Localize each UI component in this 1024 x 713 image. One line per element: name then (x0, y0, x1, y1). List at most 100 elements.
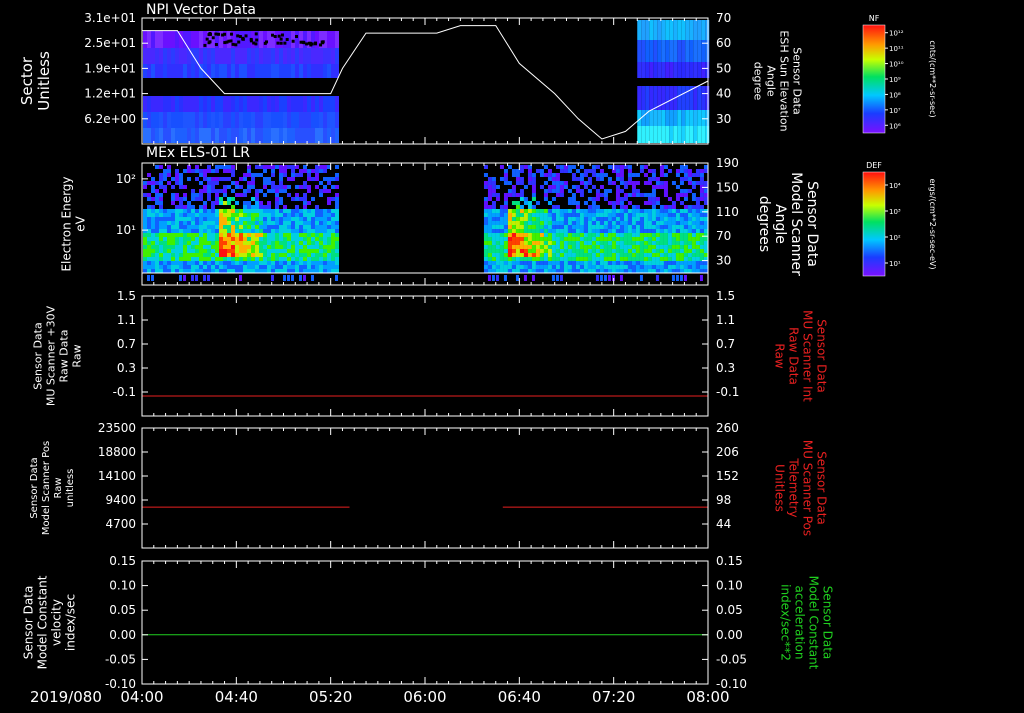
spectrogram-cell (635, 257, 640, 261)
spectrogram-cell (219, 265, 223, 269)
heatmap-cell (263, 48, 267, 64)
spectrogram-cell (195, 165, 199, 169)
spectrogram-cell (663, 269, 668, 273)
heatmap-cell (223, 112, 227, 128)
spectrogram-cell (615, 221, 620, 225)
spectrogram-cell (503, 209, 508, 213)
spectrogram-cell (703, 269, 708, 273)
spectrogram-cell (247, 213, 251, 217)
spectrogram-cell (247, 181, 251, 185)
heatmap-cell (323, 48, 327, 64)
spectrogram-cell (315, 225, 319, 229)
spectrogram-cell (323, 257, 327, 261)
heatmap-cell (155, 64, 159, 78)
spectrogram-cell (263, 185, 267, 189)
spectrogram-cell (195, 169, 199, 173)
spectrogram-cell (603, 249, 608, 253)
spectrogram-cell (551, 209, 556, 213)
spectrogram-cell (563, 237, 568, 241)
spectrogram-cell (211, 201, 215, 205)
spectrogram-cell (295, 197, 299, 201)
spectrogram-cell (703, 237, 708, 241)
spectrogram-cell (679, 257, 684, 261)
spectrogram-cell (239, 245, 243, 249)
spectrogram-cell (691, 217, 696, 221)
spectrogram-cell (315, 173, 319, 177)
spectrogram-cell (271, 241, 275, 245)
spectrogram-cell (491, 193, 496, 197)
heatmap-cell (693, 62, 698, 78)
spectrogram-cell (271, 181, 275, 185)
spectrogram-cell (203, 237, 207, 241)
spectrogram-cell (583, 201, 588, 205)
spectrogram-cell (283, 261, 287, 265)
heatmap-cell (247, 48, 251, 64)
spectrogram-cell (655, 253, 660, 257)
spectrogram-cell (151, 249, 155, 253)
spectrogram-cell (179, 241, 183, 245)
heatmap-cell (267, 96, 271, 112)
spectrogram-cell (195, 229, 199, 233)
spectrogram-cell (191, 249, 195, 253)
spectrogram-cell (335, 213, 339, 217)
spectrogram-cell (323, 241, 327, 245)
spectrogram-cell (207, 253, 211, 257)
spectrogram-cell (307, 265, 311, 269)
spectrogram-cell (531, 237, 536, 241)
heatmap-cell (327, 96, 331, 112)
heatmap-cell (147, 31, 151, 48)
spectrogram-cell (227, 253, 231, 257)
heatmap-cell (183, 78, 187, 96)
spectrogram-cell (319, 237, 323, 241)
spectrogram-cell (147, 209, 151, 213)
spectrogram-cell (199, 257, 203, 261)
spectrogram-cell (159, 225, 163, 229)
spectrogram-cell (327, 253, 331, 257)
spectrogram-cell (539, 253, 544, 257)
heatmap-cell (335, 96, 339, 112)
spectrogram-cell (595, 237, 600, 241)
spectrogram-cell (487, 185, 492, 189)
spectrogram-cell (223, 225, 227, 229)
spectrogram-cell (255, 261, 259, 265)
heatmap-cell (311, 64, 315, 78)
spectrogram-cell (247, 245, 251, 249)
spectrogram-cell (215, 213, 219, 217)
spectrogram-cell (555, 233, 560, 237)
spectrogram-cell (671, 217, 676, 221)
spectrogram-cell (675, 209, 680, 213)
spectrogram-cell (191, 261, 195, 265)
spectrogram-cell (223, 257, 227, 261)
spectrogram-cell (551, 241, 556, 245)
spectrogram-cell (651, 185, 656, 189)
spectrogram-cell (591, 257, 596, 261)
spectrogram-cell (595, 189, 600, 193)
spectrogram-cell (219, 261, 223, 265)
spectrogram-cell (647, 201, 652, 205)
spectrogram-cell (223, 221, 227, 225)
spectrogram-cell (519, 249, 524, 253)
spectrogram-cell (167, 249, 171, 253)
spectrogram-cell (235, 265, 239, 269)
spectrogram-cell (527, 225, 532, 229)
spectrogram-cell (239, 269, 243, 273)
heatmap-cell (653, 126, 658, 143)
spectrogram-cell (615, 165, 620, 169)
spectrogram-cell (591, 269, 596, 273)
spectrogram-cell (239, 193, 243, 197)
spectrogram-cell (195, 225, 199, 229)
heatmap-cell (701, 86, 706, 110)
heatmap-cell (657, 78, 662, 86)
spectrogram-cell (703, 225, 708, 229)
spectrogram-cell (567, 257, 572, 261)
spectrogram-cell (527, 173, 532, 177)
spectrogram-cell (163, 245, 167, 249)
heatmap-cell (689, 20, 694, 40)
y-tick-label-right: 98 (716, 493, 731, 507)
heatmap-cell (255, 38, 259, 42)
spectrogram-cell (675, 193, 680, 197)
spectrogram-cell (499, 233, 504, 237)
spectrogram-cell (579, 249, 584, 253)
heatmap-cell (665, 78, 670, 86)
spectrogram-cell (531, 185, 536, 189)
